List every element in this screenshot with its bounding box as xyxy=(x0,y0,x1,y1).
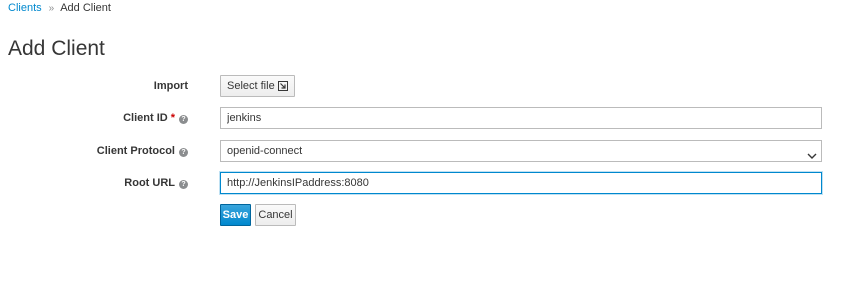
required-asterisk: * xyxy=(170,112,175,124)
client-protocol-row: Client Protocol? openid-connect xyxy=(0,140,856,162)
select-file-button[interactable]: Select file xyxy=(220,75,295,97)
root-url-label: Root URL? xyxy=(124,172,188,194)
help-icon[interactable]: ? xyxy=(179,115,188,124)
root-url-label-text: Root URL xyxy=(124,177,175,189)
chevron-down-icon xyxy=(807,147,817,167)
save-button[interactable]: Save xyxy=(220,204,251,226)
root-url-row: Root URL? xyxy=(0,172,856,194)
root-url-input[interactable] xyxy=(220,172,822,194)
client-id-label: Client ID *? xyxy=(123,107,188,129)
import-label: Import xyxy=(154,75,188,97)
import-label-text: Import xyxy=(153,80,188,92)
client-protocol-selected-value: openid-connect xyxy=(227,145,303,157)
help-icon[interactable]: ? xyxy=(179,180,188,189)
page-title: Add Client xyxy=(8,37,105,60)
chevron-right-icon: » xyxy=(48,3,55,14)
client-protocol-label: Client Protocol? xyxy=(97,140,188,162)
client-protocol-select[interactable]: openid-connect xyxy=(220,140,822,162)
client-id-input[interactable] xyxy=(220,107,822,129)
client-protocol-label-text: Client Protocol xyxy=(96,145,175,157)
form-actions: Save Cancel xyxy=(0,204,856,226)
select-file-label: Select file xyxy=(227,80,275,92)
breadcrumb-current: Add Client xyxy=(60,2,111,14)
client-id-row: Client ID *? xyxy=(0,107,856,129)
file-import-icon xyxy=(277,78,288,98)
client-id-label-text: Client ID xyxy=(123,112,168,124)
help-icon[interactable]: ? xyxy=(179,148,188,157)
cancel-button[interactable]: Cancel xyxy=(255,204,296,226)
breadcrumb: Clients » Add Client xyxy=(8,2,111,15)
breadcrumb-clients-link[interactable]: Clients xyxy=(8,2,42,14)
import-row: Import Select file xyxy=(0,75,856,97)
